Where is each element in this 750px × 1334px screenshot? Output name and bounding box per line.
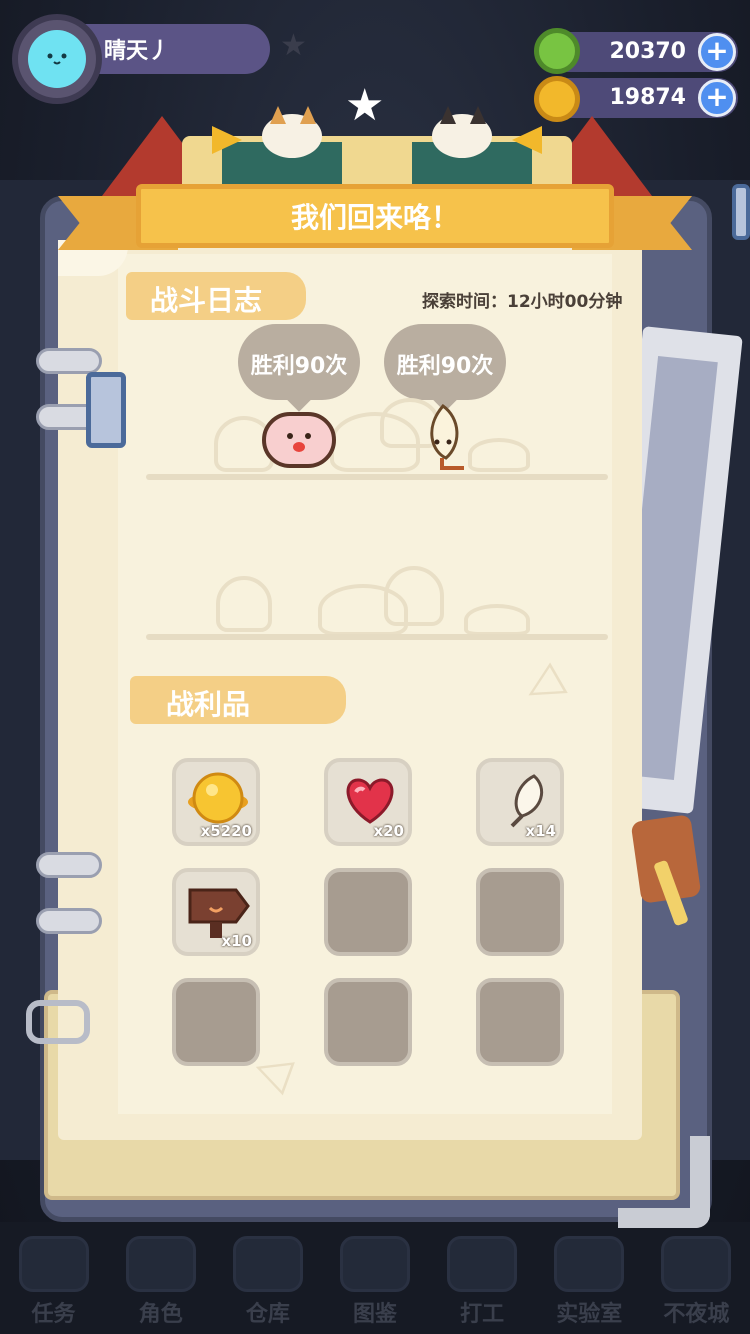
warehouse-icon: [232, 1236, 303, 1292]
avatar[interactable]: [28, 30, 86, 88]
nav-label: 打工: [460, 1302, 505, 1327]
nav-label: 实验室: [556, 1302, 623, 1327]
pet-face-icon: [287, 433, 311, 452]
bush-icon: [468, 438, 530, 472]
cat-face-icon: [47, 53, 67, 65]
nav-item-warehouse[interactable]: 仓库: [220, 1228, 316, 1328]
binder-clip-icon: [732, 184, 750, 240]
feather-pet-icon: [430, 404, 464, 470]
binder-clip-icon: [86, 372, 126, 448]
nav-label: 角色: [138, 1302, 183, 1327]
green-token-icon: [534, 28, 580, 74]
gold-coin-icon: [188, 772, 248, 824]
loot-slot-empty: [476, 868, 564, 956]
nav-item-characters[interactable]: 角色: [113, 1228, 209, 1328]
tasks-icon: [18, 1236, 89, 1292]
tree-icon: [216, 576, 272, 632]
binder-ring: [36, 852, 102, 878]
book-icon: [339, 1236, 410, 1292]
loot-slot[interactable]: x5220: [172, 758, 260, 846]
nav-item-collection[interactable]: 图鉴: [327, 1228, 423, 1328]
loot-slot-empty: [172, 978, 260, 1066]
city-icon: [661, 1236, 732, 1292]
pink-pet-icon: [262, 412, 336, 468]
character-icon: [125, 1236, 196, 1292]
loot-slot[interactable]: x20: [324, 758, 412, 846]
wooden-sign-icon: [188, 888, 250, 938]
player-name: 晴天丿: [104, 39, 171, 64]
loot-slot[interactable]: x14: [476, 758, 564, 846]
nav-item-lab[interactable]: 实验室: [541, 1228, 637, 1328]
result-text: 胜利90次: [396, 354, 494, 379]
nav-label: 仓库: [245, 1302, 290, 1327]
loot-slot-empty: [476, 978, 564, 1066]
paper-clip-icon: [26, 1000, 90, 1044]
bush-icon: [384, 566, 444, 626]
ground-line: [146, 474, 608, 480]
nav-label: 不夜城: [663, 1302, 730, 1327]
dialog-title: 我们回来咯！: [290, 201, 459, 234]
nav-item-night-city[interactable]: 不夜城: [648, 1228, 744, 1328]
corner-bracket: [618, 1136, 710, 1228]
binder-ring: [36, 348, 102, 374]
nav-label: 任务: [31, 1302, 76, 1327]
loot-slot[interactable]: x10: [172, 868, 260, 956]
battle-log-label: 战斗日志: [150, 284, 263, 317]
bottom-nav: 任务 角色 仓库 图鉴 打工 实验室 不夜城: [0, 1222, 750, 1334]
item-count: x10: [221, 932, 252, 950]
lab-icon: [554, 1236, 625, 1292]
nav-item-work[interactable]: 打工: [434, 1228, 530, 1328]
ground-line: [146, 634, 608, 640]
explore-time: 探索时间：12小时00分钟: [422, 292, 623, 312]
heart-icon: [346, 778, 394, 824]
add-currency-button[interactable]: +: [698, 79, 736, 117]
work-icon: [447, 1236, 518, 1292]
result-text: 胜利90次: [250, 354, 348, 379]
star-icon: ★: [345, 80, 385, 131]
nav-label: 图鉴: [352, 1302, 397, 1327]
add-currency-button[interactable]: +: [698, 33, 736, 71]
loot-label: 战利品: [166, 688, 251, 721]
loot-slot-empty: [324, 978, 412, 1066]
star-icon: ★: [280, 28, 307, 63]
item-count: x14: [525, 822, 556, 840]
item-count: x5220: [200, 822, 252, 840]
loot-slot-empty: [324, 868, 412, 956]
item-count: x20: [373, 822, 404, 840]
bush-icon: [464, 604, 530, 636]
feather-icon: [510, 774, 544, 828]
currency-value: 20370: [609, 39, 686, 64]
nav-item-tasks[interactable]: 任务: [6, 1228, 102, 1328]
binder-ring: [36, 908, 102, 934]
